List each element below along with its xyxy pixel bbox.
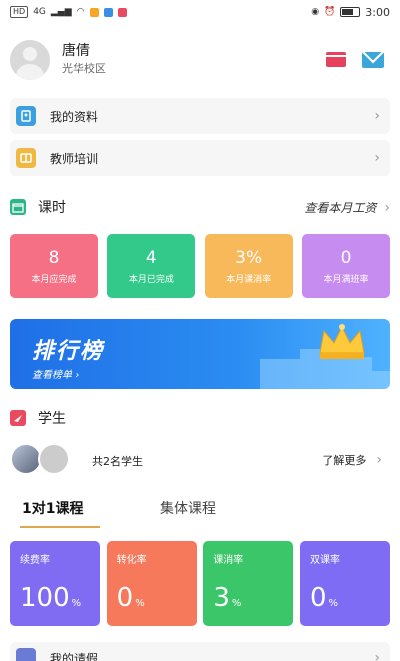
- battery-icon: [340, 7, 361, 17]
- profile-header: 唐倩 光华校区: [10, 38, 390, 82]
- menu-item-label: 教师培训: [50, 151, 99, 166]
- stat-value: 0: [340, 248, 352, 268]
- students-section-header: 学生: [10, 408, 390, 428]
- stat-card-consumption[interactable]: 3% 本月课消率: [204, 234, 293, 298]
- view-leaderboard-link[interactable]: 查看榜单 ›: [32, 366, 79, 381]
- kpi-value: 3: [213, 583, 230, 613]
- stat-label: 本月应完成: [31, 275, 77, 285]
- eye-icon: ◉: [311, 7, 320, 17]
- app-notification-icon: [89, 7, 99, 17]
- chevron-right-icon: ›: [75, 370, 80, 381]
- campus-name: 光华校区: [62, 62, 106, 75]
- lesson-stats: 8 本月应完成 4 本月已完成 3% 本月课消率 0 本月满班率: [10, 234, 390, 298]
- network-type: 4G: [33, 7, 46, 17]
- lessons-section-header: 课时 查看本月工资 ›: [10, 197, 390, 217]
- active-tab-indicator: [20, 526, 100, 528]
- section-title: 学生: [38, 411, 66, 427]
- view-salary-link[interactable]: 查看本月工资 ›: [304, 199, 390, 216]
- student-count: 共2名学生: [92, 455, 143, 468]
- tab-one-on-one[interactable]: 1对1课程: [22, 498, 83, 518]
- stat-card-due[interactable]: 8 本月应完成: [10, 234, 98, 298]
- kpi-consumption-rate[interactable]: 课消率 3%: [203, 541, 294, 626]
- student-avatar: [38, 443, 70, 475]
- kpi-unit: %: [231, 598, 242, 609]
- kpi-unit: %: [328, 598, 339, 609]
- learn-more-link[interactable]: 了解更多 ›: [322, 452, 382, 468]
- menu-item-training[interactable]: 教师培训 ›: [10, 140, 390, 176]
- leaderboard-banner[interactable]: 排行榜 查看榜单 ›: [10, 319, 390, 389]
- stat-value: 8: [48, 248, 60, 268]
- kpi-value: 0: [309, 583, 327, 613]
- hd-badge: HD: [10, 6, 29, 18]
- course-tabs: 1对1课程 集体课程: [10, 496, 390, 530]
- section-title: 课时: [38, 200, 66, 216]
- chevron-right-icon: ›: [384, 199, 390, 216]
- stat-label: 本月已完成: [128, 275, 174, 285]
- app-notification-icon: [117, 7, 127, 17]
- stat-value: 4: [145, 248, 157, 268]
- kpi-label: 课消率: [213, 555, 244, 566]
- app-notification-icon: [103, 7, 113, 17]
- chevron-right-icon: ›: [374, 108, 380, 124]
- chevron-right-icon: ›: [374, 650, 380, 661]
- clock: 3:00: [365, 5, 390, 19]
- students-summary[interactable]: 共2名学生 了解更多 ›: [10, 443, 390, 475]
- stat-card-done[interactable]: 4 本月已完成: [107, 234, 196, 298]
- kpi-unit: %: [71, 598, 82, 609]
- chevron-right-icon: ›: [374, 150, 380, 166]
- kpi-unit: %: [135, 598, 145, 609]
- kpi-label: 双课率: [309, 555, 340, 566]
- kpi-double-course-rate[interactable]: 双课率 0%: [299, 541, 390, 626]
- stat-label: 本月课消率: [226, 275, 272, 285]
- teacher-name: 唐倩: [62, 43, 90, 59]
- student-flag-icon: [10, 410, 26, 426]
- book-icon: [16, 148, 36, 168]
- menu-item-label: 我的请假: [50, 651, 99, 661]
- chevron-right-icon: ›: [376, 452, 382, 468]
- crown-icon: [319, 324, 365, 359]
- course-kpis: 续费率 100% 转化率 0% 课消率 3% 双课率 0%: [10, 541, 390, 626]
- stat-label: 本月满班率: [323, 275, 369, 285]
- stat-card-full-class[interactable]: 0 本月满班率: [301, 234, 390, 298]
- wifi-icon: ◠: [76, 7, 85, 17]
- kpi-label: 续费率: [20, 555, 50, 566]
- kpi-value: 0: [116, 583, 134, 613]
- leave-icon: [16, 648, 36, 661]
- tab-group-course[interactable]: 集体课程: [160, 498, 216, 518]
- signal-icon: ▂▄▆: [50, 7, 72, 17]
- kpi-renewal-rate[interactable]: 续费率 100%: [10, 541, 100, 626]
- menu-item-profile[interactable]: 我的资料 ›: [10, 98, 390, 134]
- banner-title: 排行榜: [32, 339, 105, 364]
- menu-item-leave[interactable]: 我的请假 ›: [10, 642, 390, 661]
- status-bar: HD 4G ▂▄▆ ◠ ◉ ⏰ 3:00: [0, 0, 400, 24]
- stat-value: 3%: [235, 248, 263, 268]
- card-icon[interactable]: [326, 52, 346, 67]
- kpi-conversion-rate[interactable]: 转化率 0%: [106, 541, 197, 626]
- avatar[interactable]: [10, 40, 50, 80]
- calendar-icon: [10, 199, 26, 215]
- kpi-value: 100: [20, 583, 70, 613]
- id-card-icon: [16, 106, 36, 126]
- alarm-icon: ⏰: [324, 7, 336, 17]
- mail-icon[interactable]: [362, 52, 384, 68]
- kpi-label: 转化率: [116, 555, 147, 566]
- menu-item-label: 我的资料: [50, 109, 99, 124]
